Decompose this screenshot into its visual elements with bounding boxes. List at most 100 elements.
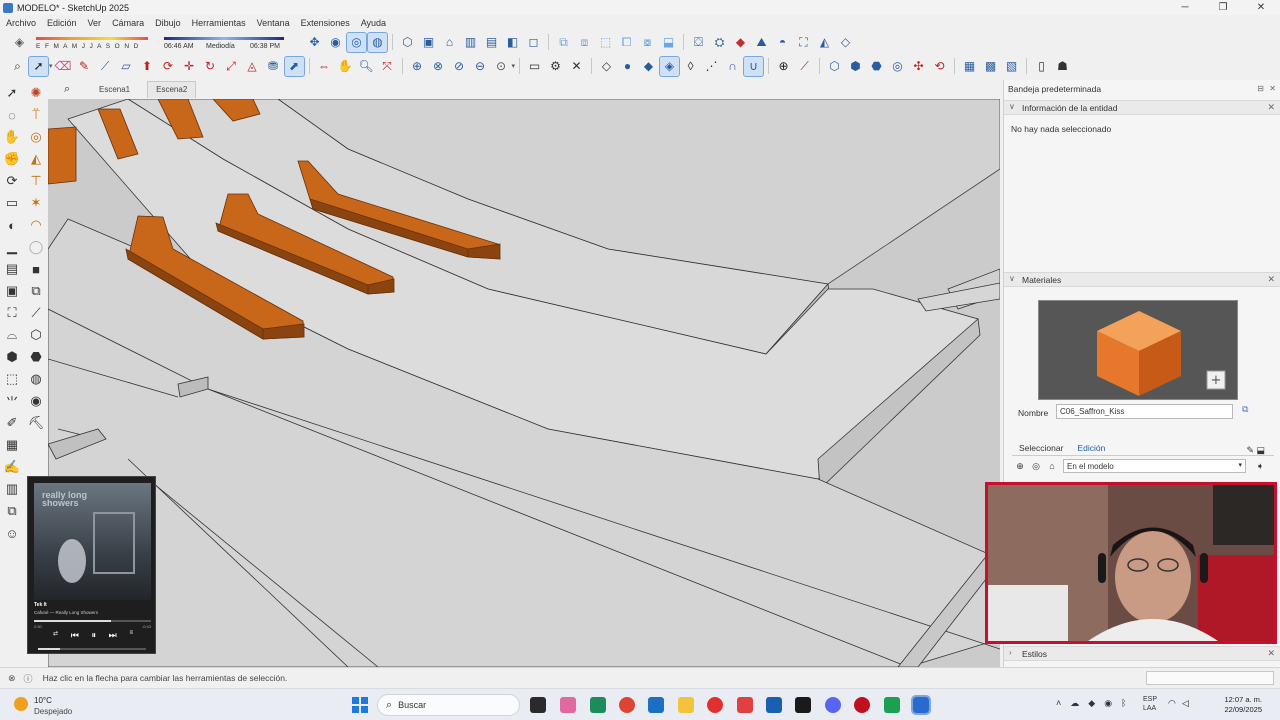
bottom-view-icon[interactable]: ◻: [524, 33, 543, 52]
move-icon[interactable]: ✛: [180, 57, 199, 76]
drop-outline-icon[interactable]: ◇: [597, 57, 616, 76]
close-icon[interactable]: ✕: [567, 57, 586, 76]
chrome-icon[interactable]: [619, 697, 635, 713]
paint-bucket-icon[interactable]: ⛃: [264, 57, 283, 76]
close-icon[interactable]: ✕: [1267, 274, 1275, 285]
entity-info-header[interactable]: ∨ Información de la entidad ✕: [1004, 100, 1280, 115]
info-icon[interactable]: ⓘ: [24, 672, 33, 685]
steam-icon[interactable]: ◉: [1104, 698, 1112, 709]
shadow-toggle-icon[interactable]: ◈: [10, 33, 29, 52]
terrain-icon-2[interactable]: ▩: [981, 57, 1000, 76]
frame-icon[interactable]: ▭: [0, 192, 24, 214]
cube-wire-icon[interactable]: ⬡: [24, 324, 48, 346]
box-open-icon[interactable]: ⬚: [0, 368, 24, 390]
zoom-window-icon[interactable]: 🔍︎: [357, 57, 376, 76]
copilot-icon[interactable]: [560, 697, 576, 713]
select-mode-icon[interactable]: ⬈: [283, 55, 305, 77]
scene-icon[interactable]: ▣: [0, 280, 24, 302]
geo-icon[interactable]: ⊗: [8, 673, 16, 684]
menu-camara[interactable]: Cámara: [112, 18, 144, 28]
group-icon[interactable]: ⬓: [659, 33, 678, 52]
menu-dibujo[interactable]: Dibujo: [155, 18, 181, 28]
solid-subtract-icon[interactable]: ⊖: [471, 57, 490, 76]
section-fill-icon[interactable]: ⧠: [617, 33, 636, 52]
restore-button[interactable]: ❐: [1204, 0, 1242, 15]
offset-icon[interactable]: ◬: [243, 57, 262, 76]
table-icon[interactable]: ▥: [0, 478, 24, 500]
chevron-up-icon[interactable]: ˄: [1056, 698, 1061, 709]
collection-select[interactable]: En el modelo ▾: [1063, 459, 1246, 473]
grid-icon[interactable]: ▦: [0, 434, 24, 456]
magnet-icon[interactable]: ∩: [723, 57, 742, 76]
tag-icon[interactable]: ⊙: [492, 57, 511, 76]
app-green-icon[interactable]: [884, 697, 900, 713]
stamp-icon[interactable]: ⛶: [794, 33, 813, 52]
chevron-down-icon[interactable]: ▾: [512, 62, 516, 70]
volume-slider[interactable]: [38, 648, 146, 650]
next-icon[interactable]: ⏭: [109, 630, 117, 641]
magnet-active-icon[interactable]: ∪: [743, 55, 765, 77]
outlook-icon[interactable]: [766, 697, 782, 713]
pause-icon[interactable]: ⏸: [91, 630, 96, 641]
recorder-icon[interactable]: [737, 697, 753, 713]
hand-icon[interactable]: ✋: [0, 126, 24, 148]
stairs-icon[interactable]: ▁: [0, 236, 24, 258]
top-view-icon[interactable]: ▣: [419, 33, 438, 52]
component-icon[interactable]: ⧇: [638, 33, 657, 52]
add-circle-icon[interactable]: ⊕: [774, 57, 793, 76]
section-display-icon[interactable]: ⬚: [596, 33, 615, 52]
menu-extensiones[interactable]: Extensiones: [301, 18, 350, 28]
cone-icon[interactable]: ◭: [24, 148, 48, 170]
menu-herramientas[interactable]: Herramientas: [192, 18, 246, 28]
orbit-icon[interactable]: ✥: [305, 33, 324, 52]
front-view-icon[interactable]: ⌂: [440, 33, 459, 52]
rectangle-icon[interactable]: ▱: [117, 57, 136, 76]
document-icon[interactable]: ▯: [1032, 57, 1051, 76]
sketchup-taskbar-icon[interactable]: [911, 695, 931, 715]
copy-icon[interactable]: ⧉: [0, 500, 24, 522]
tape-measure-icon[interactable]: ⇔: [315, 57, 334, 76]
clock[interactable]: 12:07 a. m. 22/09/2025: [1206, 695, 1262, 715]
warehouse-icon[interactable]: ⛋: [689, 33, 708, 52]
globe-icon[interactable]: ◉: [24, 390, 48, 412]
tab-select[interactable]: Seleccionar: [1012, 440, 1070, 455]
layers-icon[interactable]: ⧉: [24, 280, 48, 302]
shadow-time-slider[interactable]: 06:46 AM Mediodía 06:38 PM: [164, 32, 289, 52]
measurements-box[interactable]: [1146, 671, 1274, 685]
xray-icon[interactable]: ◉: [326, 33, 345, 52]
solid-trim-icon[interactable]: ⊗: [429, 57, 448, 76]
menu-ventana[interactable]: Ventana: [257, 18, 290, 28]
follow-me-icon[interactable]: ⟳: [159, 57, 178, 76]
forward-icon[interactable]: ◎: [1028, 461, 1044, 472]
minimize-button[interactable]: ─: [1166, 0, 1204, 15]
dots-icon[interactable]: ⋰: [702, 57, 721, 76]
folder-icon[interactable]: ▭: [525, 57, 544, 76]
menu-archivo[interactable]: Archivo: [6, 18, 36, 28]
eraser-icon[interactable]: ⌫: [54, 57, 73, 76]
drop-gray-icon[interactable]: ◊: [681, 57, 700, 76]
song-progress[interactable]: [34, 620, 151, 622]
user-icon[interactable]: ☗: [1053, 57, 1072, 76]
ruby-icon[interactable]: ◆: [731, 33, 750, 52]
grass-icon[interactable]: ⺌: [0, 390, 24, 412]
brush-icon[interactable]: ✐: [0, 412, 24, 434]
sphere-icon[interactable]: ◍: [24, 368, 48, 390]
cube-grid-icon[interactable]: ⬣: [24, 346, 48, 368]
smoove-icon[interactable]: ◓: [773, 33, 792, 52]
pencil-icon[interactable]: ✎: [75, 57, 94, 76]
section-plane-icon[interactable]: ⧉: [554, 33, 573, 52]
shuffle-icon[interactable]: ⇄: [53, 630, 58, 641]
language-indicator[interactable]: ESP LAA: [1143, 695, 1157, 713]
walk-icon[interactable]: ◐: [0, 214, 24, 236]
connect-icon[interactable]: ⟋: [795, 57, 814, 76]
tab-escena2[interactable]: Escena2: [147, 81, 197, 98]
terrain-icon-1[interactable]: ▦: [960, 57, 979, 76]
close-icon[interactable]: ✕: [1267, 648, 1275, 659]
textured-icon[interactable]: ◍: [367, 31, 388, 53]
box-icon-1[interactable]: ⬡: [825, 57, 844, 76]
section-cut-icon[interactable]: ⧈: [575, 33, 594, 52]
wifi-icon[interactable]: ◠: [1168, 698, 1176, 709]
sofa-icon[interactable]: ⌓: [0, 324, 24, 346]
close-icon[interactable]: ✕: [1267, 102, 1275, 113]
edge-icon[interactable]: [590, 697, 606, 713]
